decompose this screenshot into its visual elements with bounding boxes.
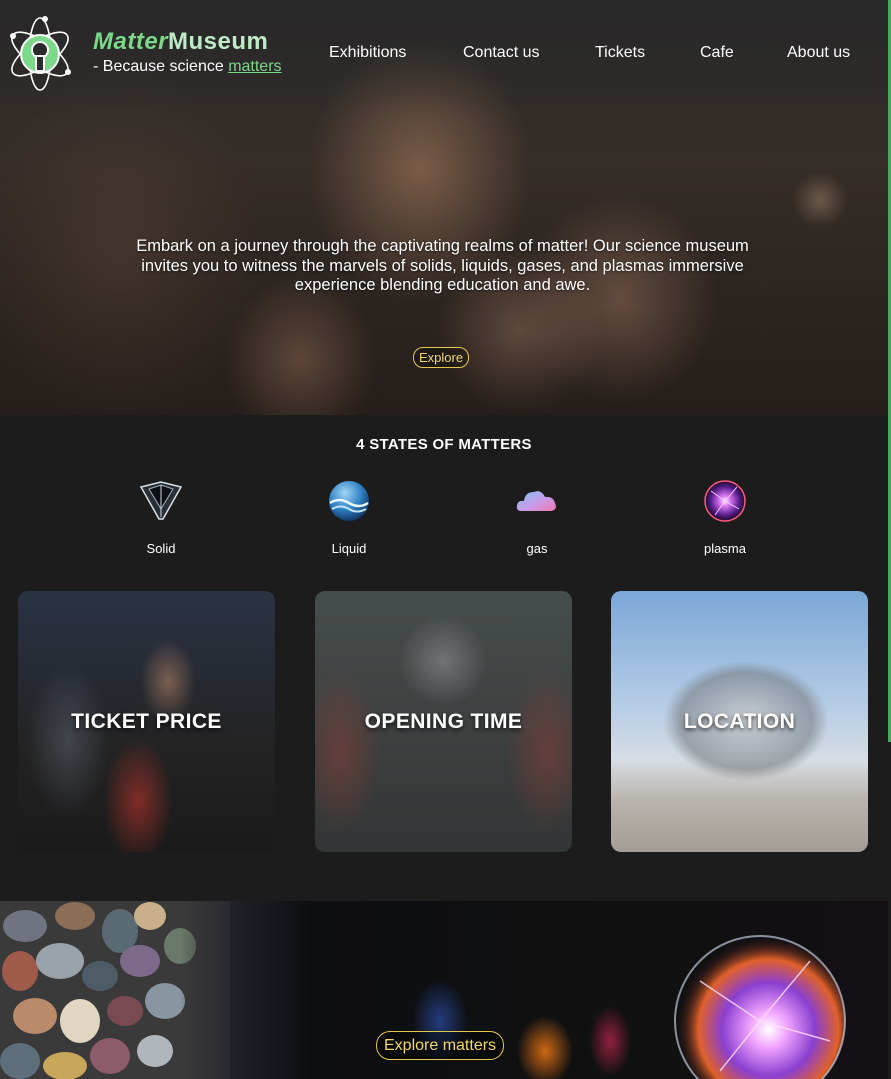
state-label: Liquid	[331, 541, 367, 556]
explore-button[interactable]: Explore	[413, 347, 470, 368]
card-title: OPENING TIME	[364, 709, 523, 733]
brand-name-part2: Museum	[168, 28, 269, 55]
state-plasma[interactable]: plasma	[665, 479, 785, 556]
state-gas[interactable]: gas	[477, 479, 597, 556]
state-label: plasma	[704, 541, 746, 556]
card-ticket-price[interactable]: TICKET PRICE	[18, 591, 275, 852]
card-title: TICKET PRICE	[71, 709, 222, 733]
card-title: LOCATION	[683, 709, 796, 733]
pebbles-image	[0, 901, 230, 1079]
explore-matters-button[interactable]: Explore matters	[376, 1031, 505, 1060]
gas-cloud-icon	[516, 491, 556, 511]
card-location[interactable]: LOCATION	[611, 591, 868, 852]
tagline-text: - Because science	[93, 58, 229, 75]
nav-about-us[interactable]: About us	[787, 44, 850, 62]
tagline-link[interactable]: matters	[228, 58, 281, 75]
solid-crystal-icon	[139, 481, 183, 520]
liquid-wave-icon	[329, 481, 369, 521]
states-title: 4 STATES OF MATTERS	[356, 436, 532, 453]
nav-cafe[interactable]: Cafe	[700, 44, 734, 62]
hero-description: Embark on a journey through the captivat…	[136, 237, 749, 294]
logo-atom-icon[interactable]	[5, 14, 75, 92]
state-solid[interactable]: Solid	[101, 479, 221, 556]
nav-exhibitions[interactable]: Exhibitions	[329, 44, 406, 62]
brand-tagline: - Because science matters	[93, 58, 282, 76]
brand-name: MatterMuseum	[93, 27, 282, 57]
nav-tickets[interactable]: Tickets	[595, 44, 645, 62]
nav-contact-us[interactable]: Contact us	[463, 44, 539, 62]
plasma-ball-image	[674, 935, 846, 1079]
card-opening-time[interactable]: OPENING TIME	[315, 591, 572, 852]
plasma-ball-icon	[704, 480, 746, 522]
state-liquid[interactable]: Liquid	[289, 479, 409, 556]
brand-name-part1: Matter	[93, 28, 169, 55]
brand: MatterMuseum - Because science matters	[93, 27, 282, 76]
state-label: Solid	[146, 541, 176, 556]
state-label: gas	[526, 541, 548, 556]
